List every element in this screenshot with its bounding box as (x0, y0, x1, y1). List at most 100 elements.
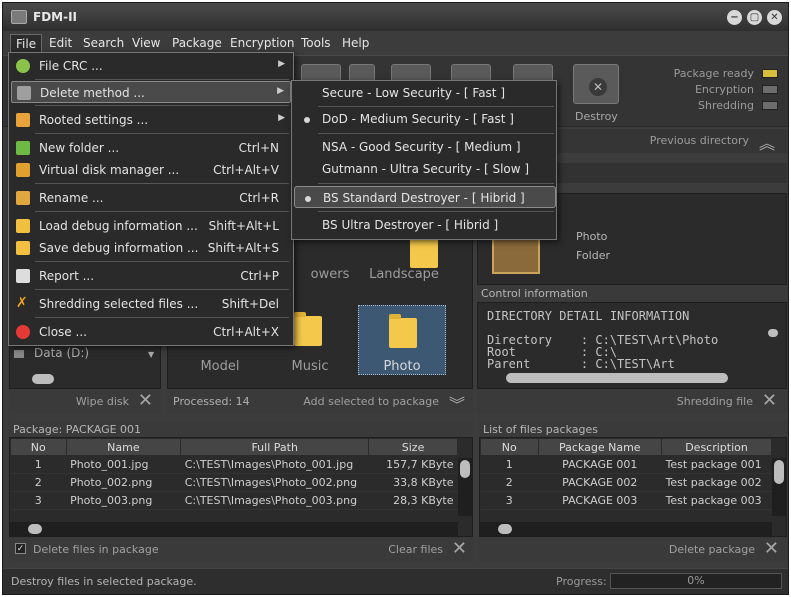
file-menu-close[interactable]: Close ... Ctrl+Alt+X (11, 321, 291, 343)
chevron-down-double-icon[interactable]: ︾ (449, 391, 465, 415)
package-hscroll-thumb[interactable] (28, 524, 42, 534)
packages-hscroll-thumb[interactable] (498, 524, 512, 534)
table-row[interactable]: 2 Photo_002.png C:\TEST\Images\Photo_002… (10, 473, 458, 492)
menu-search[interactable]: Search (78, 34, 129, 53)
delete-method-dod[interactable]: DoD - Medium Security - [ Fast ] (294, 108, 554, 130)
app-logo-icon (11, 10, 27, 24)
packages-footer: Delete package ✕ (479, 537, 787, 561)
previous-directory-button[interactable]: Previous directory (650, 134, 749, 147)
file-menu: File CRC ... ▶ Delete method ... ▶ Roote… (8, 52, 294, 346)
table-row[interactable]: 2 PACKAGE 002 Test package 002 (480, 473, 772, 492)
destroy-icon[interactable]: ✕ (573, 64, 619, 104)
file-menu-virtual-disk[interactable]: Virtual disk manager ... Ctrl+Alt+V (11, 159, 291, 181)
col-no[interactable]: No (480, 438, 539, 456)
package-vscroll[interactable] (458, 458, 472, 516)
thumb-label-music[interactable]: Music (270, 359, 350, 374)
separator (35, 289, 289, 290)
table-row[interactable]: 3 Photo_003.png C:\TEST\Images\Photo_003… (10, 491, 458, 510)
control-info-panel: DIRECTORY DETAIL INFORMATION Directory :… (477, 302, 787, 389)
drive-scroll-down-icon[interactable]: ▼ (148, 350, 154, 359)
file-menu-crc[interactable]: File CRC ... ▶ (11, 55, 291, 77)
indicator-shredding-label: Shredding (698, 99, 754, 112)
packages-table: No Package Name Description 1 PACKAGE 00… (480, 438, 772, 510)
table-row[interactable]: 3 PACKAGE 003 Test package 003 (480, 491, 772, 510)
control-info-header: Control information (477, 285, 787, 302)
separator (35, 79, 289, 80)
col-package-name[interactable]: Package Name (537, 438, 663, 456)
separator (318, 106, 554, 107)
delete-method-bs-standard[interactable]: BS Standard Destroyer - [ Hibrid ] (294, 186, 556, 208)
save-icon (16, 241, 30, 255)
thumbnails-footer: Processed: 14 Add selected to package ︾ (167, 389, 473, 415)
file-menu-rooted-settings[interactable]: Rooted settings ... ▶ (11, 109, 291, 131)
col-name[interactable]: Name (65, 438, 182, 456)
shredding-file-button[interactable]: Shredding file (677, 395, 753, 408)
col-size[interactable]: Size (368, 438, 458, 456)
delete-package-icon[interactable]: ✕ (764, 540, 779, 558)
control-info-vscroll-thumb[interactable] (768, 329, 778, 337)
delete-method-bs-ultra[interactable]: BS Ultra Destroyer - [ Hibrid ] (294, 214, 554, 236)
delete-files-label[interactable]: Delete files in package (33, 543, 159, 556)
delete-method-nsa[interactable]: NSA - Good Security - [ Medium ] (294, 136, 554, 158)
col-full-path[interactable]: Full Path (180, 438, 370, 456)
menu-tools[interactable]: Tools (296, 34, 336, 53)
add-to-package-button[interactable]: Add selected to package (303, 395, 439, 408)
file-menu-rename[interactable]: Rename ... Ctrl+R (11, 187, 291, 209)
menu-bar: File Edit Search View Package Encryption… (7, 32, 787, 54)
table-row[interactable]: 1 Photo_001.jpg C:\TEST\Images\Photo_001… (10, 455, 458, 474)
file-menu-shred-selected[interactable]: ✗ Shredding selected files ... Shift+Del (11, 293, 291, 315)
package-table: No Name Full Path Size 1 Photo_001.jpg C… (10, 438, 458, 510)
close-button[interactable]: ✕ (767, 10, 782, 25)
file-menu-load-debug[interactable]: Load debug information ... Shift+Alt+L (11, 215, 291, 237)
wipe-disk-button[interactable]: Wipe disk (76, 395, 129, 408)
packages-hscroll[interactable] (480, 522, 772, 536)
maximize-button[interactable]: ▢ (747, 10, 762, 25)
file-menu-delete-method[interactable]: Delete method ... ▶ (11, 81, 291, 103)
selected-dot-icon (304, 117, 310, 123)
delete-method-gutmann[interactable]: Gutmann - Ultra Security - [ Slow ] (294, 158, 554, 180)
drives-hscroll[interactable] (14, 372, 142, 386)
menu-edit[interactable]: Edit (44, 34, 77, 53)
thumb-label-flowers[interactable]: owers (290, 267, 370, 282)
menu-file[interactable]: File (10, 34, 43, 53)
thumb-label-photo[interactable]: Photo (362, 359, 442, 374)
thumb-label-model[interactable]: Model (180, 359, 260, 374)
packages-vscroll[interactable] (772, 458, 786, 516)
cell-description: Test package 003 (661, 491, 772, 510)
col-description[interactable]: Description (661, 438, 772, 456)
file-menu-new-folder[interactable]: New folder ... Ctrl+N (11, 137, 291, 159)
menu-help[interactable]: Help (337, 34, 374, 53)
folder-landscape-icon[interactable] (410, 234, 438, 268)
delete-method-secure[interactable]: Secure - Low Security - [ Fast ] (294, 82, 554, 104)
minimize-button[interactable]: − (727, 10, 742, 25)
progress-label: Progress: (556, 575, 607, 588)
menu-encryption[interactable]: Encryption (225, 34, 299, 53)
menu-package[interactable]: Package (167, 34, 227, 53)
thumb-label-landscape[interactable]: Landscape (364, 267, 444, 282)
drive-data[interactable]: Data (D:) (34, 346, 89, 360)
separator (318, 183, 554, 184)
cell-name: Photo_002.png (66, 473, 181, 492)
col-no[interactable]: No (10, 438, 67, 456)
shredding-file-icon[interactable]: ✕ (762, 392, 777, 410)
control-info-hscroll-thumb[interactable] (506, 373, 728, 383)
control-info-vscroll[interactable] (766, 309, 780, 365)
delete-package-button[interactable]: Delete package (669, 543, 755, 556)
folder-music-icon[interactable] (294, 312, 322, 346)
settings-icon (16, 113, 30, 127)
table-row[interactable]: 1 PACKAGE 001 Test package 001 (480, 455, 772, 474)
wipe-disk-icon[interactable]: ✕ (138, 392, 153, 410)
file-menu-save-debug[interactable]: Save debug information ... Shift+Alt+S (11, 237, 291, 259)
package-vscroll-thumb[interactable] (460, 460, 470, 478)
file-menu-report[interactable]: Report ... Ctrl+P (11, 265, 291, 287)
delete-files-checkbox[interactable]: ✓ (15, 543, 26, 554)
drives-hscroll-thumb[interactable] (32, 374, 54, 384)
menu-view[interactable]: View (127, 34, 165, 53)
clear-files-icon[interactable]: ✕ (452, 540, 467, 558)
clear-files-button[interactable]: Clear files (388, 543, 443, 556)
chevron-up-double-icon[interactable]: ︽ (759, 130, 775, 154)
indicator-encryption-label: Encryption (694, 83, 754, 96)
control-info-hscroll[interactable] (490, 371, 766, 385)
packages-vscroll-thumb[interactable] (774, 460, 784, 484)
package-hscroll[interactable] (10, 522, 458, 536)
